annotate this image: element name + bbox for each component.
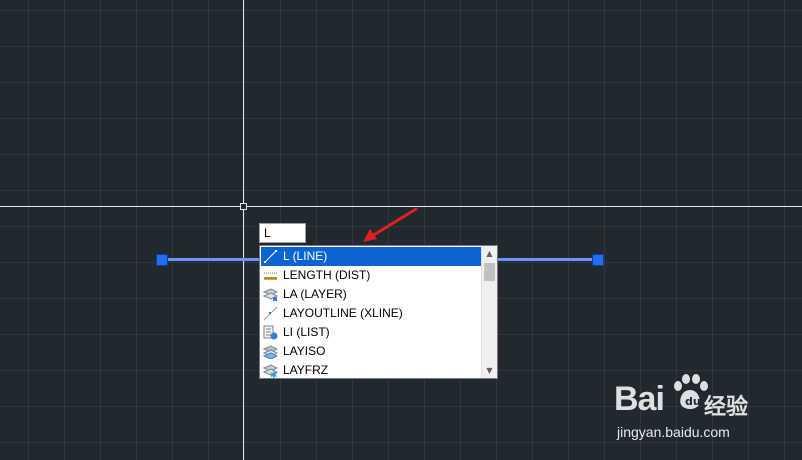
suggestion-label: L (LINE) xyxy=(283,249,328,263)
suggestion-item-layer[interactable]: LA (LAYER) xyxy=(261,285,482,304)
line-icon xyxy=(263,249,278,264)
line-end-grip[interactable] xyxy=(592,254,604,266)
suggestion-label: LAYISO xyxy=(283,344,326,358)
suggestion-item-layiso[interactable]: LAYISO xyxy=(261,342,482,361)
layer-icon xyxy=(262,287,279,302)
suggestion-item-line[interactable]: L (LINE) xyxy=(261,247,482,266)
watermark-url: jingyan.baidu.com xyxy=(617,424,730,440)
suggestion-item-list[interactable]: LI (LIST) xyxy=(261,323,482,342)
suggestion-scrollbar[interactable]: ▲ ▼ xyxy=(481,246,497,378)
suggestion-label: LA (LAYER) xyxy=(283,287,347,301)
baidu-jingyan-watermark: Bai du 经验 jingyan.baidu.com xyxy=(614,372,794,442)
annotation-arrow-icon xyxy=(363,207,418,242)
crosshair-vertical xyxy=(243,0,244,460)
svg-text:✱: ✱ xyxy=(270,371,278,378)
suggestion-label: LENGTH (DIST) xyxy=(283,268,371,282)
layer-freeze-icon: ✱ xyxy=(262,363,279,378)
selected-line-segment[interactable] xyxy=(163,258,261,261)
svg-text:du: du xyxy=(685,395,701,408)
suggestion-item-layoutline[interactable]: LAYOUTLINE (XLINE) xyxy=(261,304,482,323)
scroll-up-icon[interactable]: ▲ xyxy=(482,246,497,261)
layer-isolate-icon xyxy=(262,344,279,360)
xline-icon xyxy=(263,306,278,321)
watermark-brand-suffix: 经验 xyxy=(704,394,749,419)
line-start-grip[interactable] xyxy=(156,254,168,266)
distance-icon xyxy=(263,268,278,283)
command-suggestion-list[interactable]: L (LINE) LENGTH (DIST) LA (LAYER) LAYOUT… xyxy=(259,245,498,379)
suggestion-item-length[interactable]: LENGTH (DIST) xyxy=(261,266,482,285)
suggestion-label: LAYOUTLINE (XLINE) xyxy=(283,306,403,320)
list-icon xyxy=(263,325,278,340)
command-input[interactable]: L xyxy=(259,223,306,243)
cursor-pickbox xyxy=(240,203,247,210)
suggestion-label: LAYFRZ xyxy=(283,363,329,377)
selected-line-segment[interactable] xyxy=(498,258,596,261)
watermark-brand: Bai xyxy=(614,380,665,418)
suggestion-label: LI (LIST) xyxy=(283,325,330,339)
suggestion-item-layfrz[interactable]: ✱ LAYFRZ xyxy=(261,361,482,378)
scroll-down-icon[interactable]: ▼ xyxy=(482,363,497,378)
scrollbar-thumb[interactable] xyxy=(484,263,495,281)
